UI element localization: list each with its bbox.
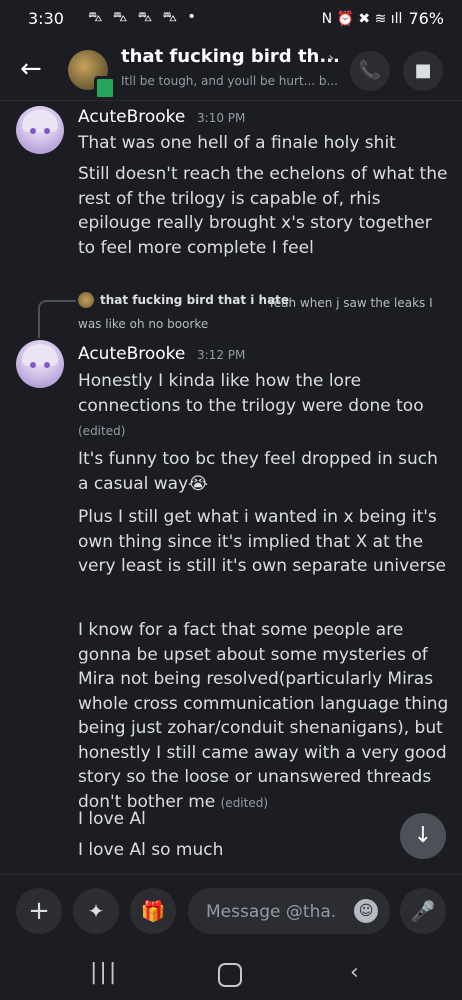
message-input-container[interactable]: ☺ — [188, 888, 390, 936]
emoji-icon[interactable]: ☺ — [354, 899, 378, 923]
message-body: It's funny too bc they feel dropped in s… — [78, 449, 438, 494]
message-composer: + ✦ 🎁 ☺ 🎤 — [0, 874, 462, 947]
reply-connector — [38, 300, 76, 338]
message-body: Honestly I kinda like how the lore conne… — [78, 371, 424, 416]
status-time: 3:30 — [28, 9, 64, 28]
message-text[interactable]: That was one hell of a finale holy shit — [78, 131, 450, 156]
timestamp: 3:10 PM — [197, 111, 246, 125]
home-icon[interactable] — [218, 963, 242, 987]
video-call-button[interactable]: ■ — [403, 51, 443, 91]
chat-title[interactable]: that fucking bird th... — [121, 46, 341, 67]
message-text[interactable]: I know for a fact that some people are g… — [78, 618, 450, 815]
edited-label: (edited) — [78, 424, 126, 438]
arrow-down-icon: ↓ — [413, 823, 433, 848]
plus-icon: + — [28, 896, 50, 926]
video-icon: ■ — [414, 60, 432, 81]
phone-icon: 📞 — [358, 60, 382, 81]
message-text[interactable]: I love Al so much — [78, 838, 450, 863]
battery-level: 76% — [408, 9, 444, 28]
gift-button[interactable]: 🎁 — [130, 888, 176, 934]
username[interactable]: AcuteBrooke — [78, 344, 185, 364]
attach-button[interactable]: + — [16, 888, 62, 934]
message-text[interactable]: Honestly I kinda like how the lore conne… — [78, 369, 450, 444]
message-text[interactable]: I love Al — [78, 807, 450, 832]
chat-header: ← that fucking bird th... › Itll be toug… — [0, 38, 462, 101]
voice-message-button[interactable]: 🎤 — [400, 888, 446, 934]
status-right: N ⏰ ✖ ≋ ıll 76% — [322, 9, 444, 28]
mobile-online-icon — [94, 76, 116, 100]
call-button[interactable]: 📞 — [350, 51, 390, 91]
jump-to-latest-button[interactable]: ↓ — [400, 813, 446, 859]
system-nav-bar: ||| ‹ — [0, 946, 462, 1000]
system-back-icon[interactable]: ‹ — [350, 960, 359, 985]
microphone-icon: 🎤 — [410, 899, 436, 923]
avatar[interactable] — [16, 340, 64, 388]
message-input[interactable] — [204, 888, 338, 936]
back-arrow-icon[interactable]: ← — [20, 54, 50, 84]
gift-icon: 🎁 — [140, 899, 166, 923]
apps-icon: ✦ — [87, 899, 105, 923]
message-text[interactable]: Plus I still get what i wanted in x bein… — [78, 505, 450, 579]
message-text[interactable]: Still doesn't reach the echelons of what… — [78, 162, 450, 260]
crying-emoji-icon: 😭 — [188, 473, 209, 494]
apps-button[interactable]: ✦ — [73, 888, 119, 934]
header-avatar[interactable] — [68, 50, 116, 100]
system-icons: N ⏰ ✖ ≋ ıll — [321, 10, 403, 27]
chevron-right-icon[interactable]: › — [328, 48, 334, 67]
reply-username[interactable]: that fucking bird that i hate — [100, 293, 289, 307]
timestamp: 3:12 PM — [197, 348, 246, 362]
chat-subtitle[interactable]: Itll be tough, and youll be hurt... b... — [121, 74, 341, 88]
message-text[interactable]: It's funny too bc they feel dropped in s… — [78, 447, 450, 496]
recent-apps-icon[interactable]: ||| — [90, 960, 118, 985]
avatar[interactable] — [16, 106, 64, 154]
status-bar: 3:30 ⛍ ⛍ ⛍ ⛍ • N ⏰ ✖ ≋ ıll 76% — [0, 0, 462, 38]
message-body: I know for a fact that some people are g… — [78, 620, 449, 812]
notification-icons: ⛍ ⛍ ⛍ ⛍ • — [88, 9, 199, 25]
username[interactable]: AcuteBrooke — [78, 107, 185, 127]
